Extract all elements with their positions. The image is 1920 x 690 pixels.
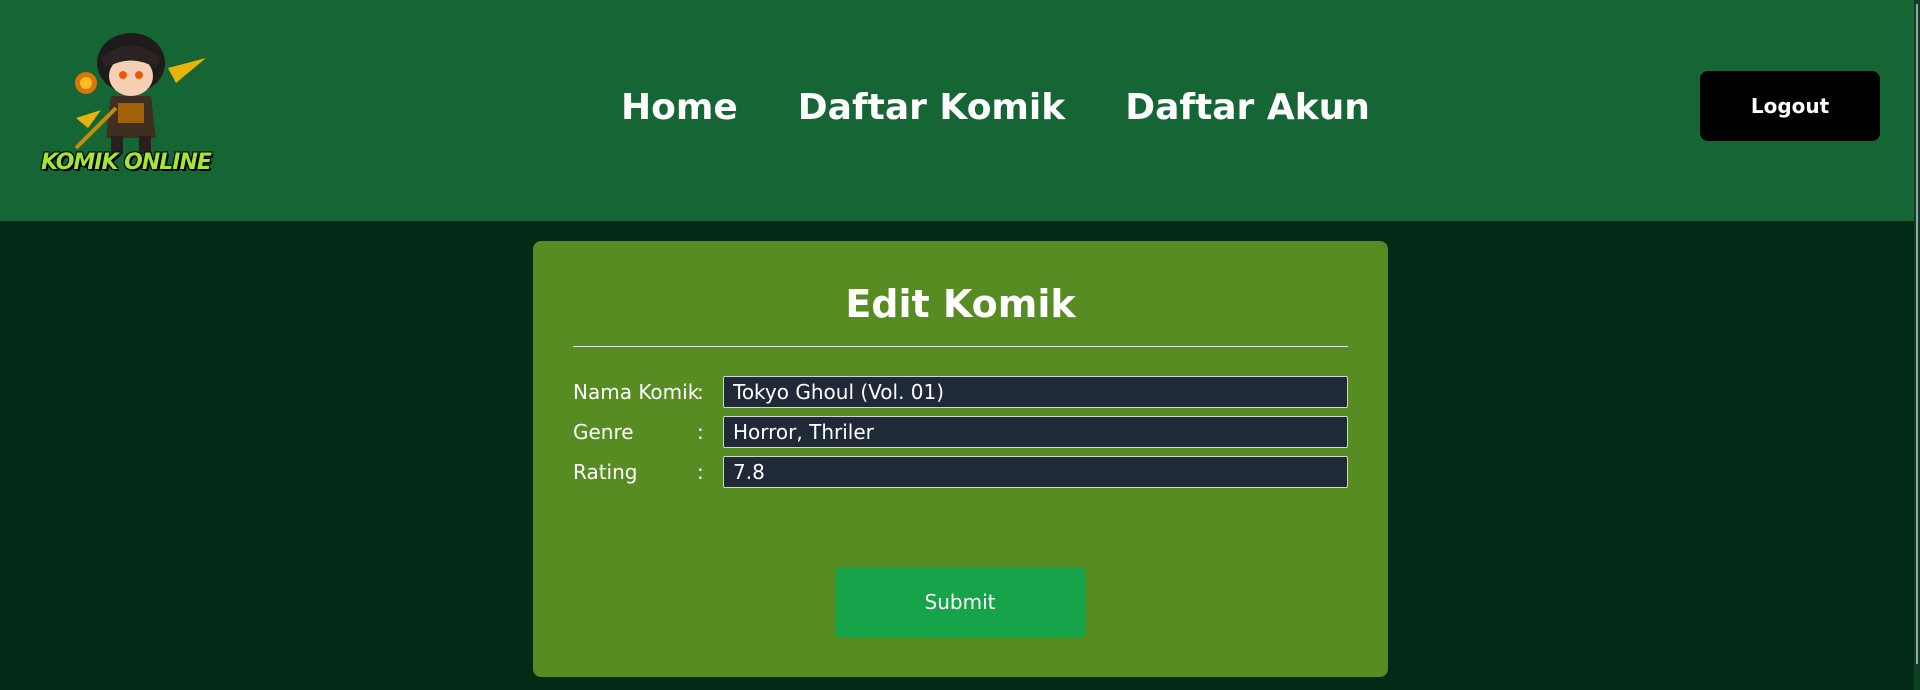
nav-daftar-akun[interactable]: Daftar Akun	[1125, 86, 1370, 130]
field-row-genre: Genre :	[573, 416, 1348, 448]
nav-home[interactable]: Home	[621, 86, 738, 130]
scrollbar[interactable]	[1914, 0, 1920, 690]
field-label: Genre	[573, 420, 634, 444]
nav-daftar-komik[interactable]: Daftar Komik	[798, 86, 1065, 130]
scrollbar-thumb[interactable]	[1916, 4, 1918, 664]
divider	[573, 346, 1348, 347]
logo-text: KOMIK ONLINE	[41, 150, 212, 175]
rating-input[interactable]	[723, 456, 1348, 488]
nama-komik-input[interactable]	[723, 376, 1348, 408]
main-nav: Home Daftar Komik Daftar Akun	[621, 86, 1370, 130]
field-label: Rating	[573, 460, 638, 484]
submit-button[interactable]: Submit	[835, 567, 1085, 637]
form-title: Edit Komik	[845, 282, 1076, 326]
genre-input[interactable]	[723, 416, 1348, 448]
field-row-rating: Rating :	[573, 456, 1348, 488]
logout-button[interactable]: Logout	[1700, 71, 1880, 141]
field-label: Nama Komik	[573, 380, 700, 404]
field-row-nama-komik: Nama Komik :	[573, 376, 1348, 408]
field-colon: :	[697, 420, 704, 444]
site-logo[interactable]: KOMIK ONLINE	[36, 28, 216, 183]
chibi-character-icon	[74, 33, 206, 154]
edit-form-card: Edit Komik Nama Komik : Genre : Rating :…	[533, 241, 1388, 677]
field-colon: :	[697, 380, 704, 404]
header: KOMIK ONLINE Home Daftar Komik Daftar Ak…	[0, 0, 1914, 221]
field-colon: :	[697, 460, 704, 484]
